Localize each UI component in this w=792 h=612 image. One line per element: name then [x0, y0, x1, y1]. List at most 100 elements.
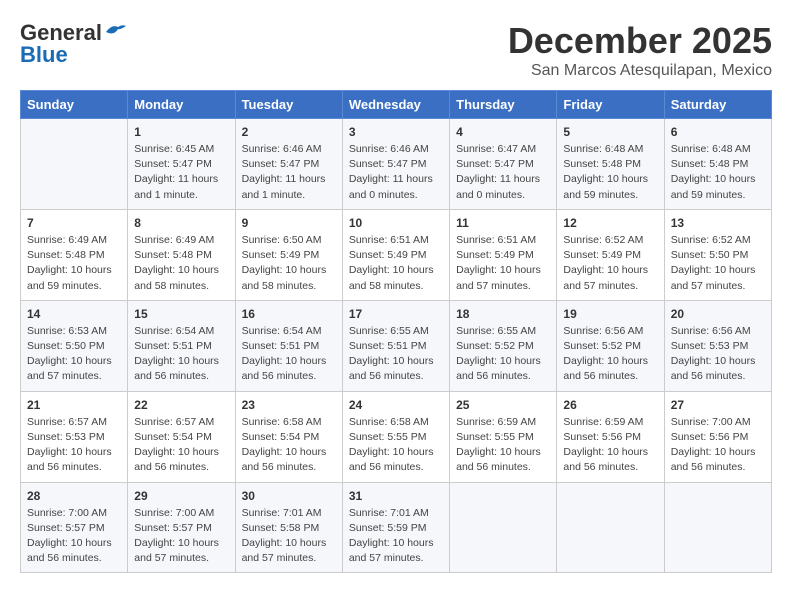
calendar-cell: 26 Sunrise: 6:59 AMSunset: 5:56 PMDayligh… — [557, 391, 664, 482]
day-number: 26 — [563, 398, 657, 412]
day-info: Sunrise: 6:47 AMSunset: 5:47 PMDaylight:… — [456, 142, 550, 203]
day-number: 7 — [27, 216, 121, 230]
calendar-week-row: 28 Sunrise: 7:00 AMSunset: 5:57 PMDayligh… — [21, 482, 772, 573]
day-number: 27 — [671, 398, 765, 412]
calendar-table: SundayMondayTuesdayWednesdayThursdayFrid… — [20, 90, 772, 573]
calendar-cell: 29 Sunrise: 7:00 AMSunset: 5:57 PMDayligh… — [128, 482, 235, 573]
day-info: Sunrise: 6:50 AMSunset: 5:49 PMDaylight:… — [242, 233, 336, 294]
day-header-tuesday: Tuesday — [235, 91, 342, 119]
calendar-cell — [664, 482, 771, 573]
day-info: Sunrise: 6:51 AMSunset: 5:49 PMDaylight:… — [456, 233, 550, 294]
calendar-cell: 24 Sunrise: 6:58 AMSunset: 5:55 PMDayligh… — [342, 391, 449, 482]
calendar-cell: 8 Sunrise: 6:49 AMSunset: 5:48 PMDaylight… — [128, 209, 235, 300]
title-block: December 2025 San Marcos Atesquilapan, M… — [508, 20, 772, 80]
day-info: Sunrise: 6:48 AMSunset: 5:48 PMDaylight:… — [563, 142, 657, 203]
calendar-cell: 14Sunrise: 6:53 AMSunset: 5:50 PMDayligh… — [21, 300, 128, 391]
day-number: 10 — [349, 216, 443, 230]
day-number: 18 — [456, 307, 550, 321]
location-title: San Marcos Atesquilapan, Mexico — [508, 62, 772, 80]
calendar-week-row: 1Sunrise: 6:45 AMSunset: 5:47 PMDaylight… — [21, 119, 772, 210]
day-header-sunday: Sunday — [21, 91, 128, 119]
calendar-cell: 9 Sunrise: 6:50 AMSunset: 5:49 PMDaylight… — [235, 209, 342, 300]
day-info: Sunrise: 6:57 AMSunset: 5:54 PMDaylight:… — [134, 415, 228, 476]
day-info: Sunrise: 6:54 AMSunset: 5:51 PMDaylight:… — [242, 324, 336, 385]
calendar-cell: 17Sunrise: 6:55 AMSunset: 5:51 PMDayligh… — [342, 300, 449, 391]
day-info: Sunrise: 6:51 AMSunset: 5:49 PMDaylight:… — [349, 233, 443, 294]
day-info: Sunrise: 6:46 AMSunset: 5:47 PMDaylight:… — [242, 142, 336, 203]
day-header-thursday: Thursday — [450, 91, 557, 119]
calendar-week-row: 14Sunrise: 6:53 AMSunset: 5:50 PMDayligh… — [21, 300, 772, 391]
calendar-cell: 2 Sunrise: 6:46 AMSunset: 5:47 PMDaylight… — [235, 119, 342, 210]
calendar-cell: 12Sunrise: 6:52 AMSunset: 5:49 PMDayligh… — [557, 209, 664, 300]
day-info: Sunrise: 7:00 AMSunset: 5:56 PMDaylight:… — [671, 415, 765, 476]
day-info: Sunrise: 6:54 AMSunset: 5:51 PMDaylight:… — [134, 324, 228, 385]
calendar-cell: 27 Sunrise: 7:00 AMSunset: 5:56 PMDayligh… — [664, 391, 771, 482]
calendar-cell — [450, 482, 557, 573]
logo: General Blue — [20, 20, 126, 68]
day-number: 22 — [134, 398, 228, 412]
calendar-cell: 5 Sunrise: 6:48 AMSunset: 5:48 PMDaylight… — [557, 119, 664, 210]
day-info: Sunrise: 6:53 AMSunset: 5:50 PMDaylight:… — [27, 324, 121, 385]
calendar-cell: 16 Sunrise: 6:54 AMSunset: 5:51 PMDayligh… — [235, 300, 342, 391]
day-number: 24 — [349, 398, 443, 412]
header: General Blue December 2025 San Marcos At… — [20, 20, 772, 80]
calendar-cell: 7 Sunrise: 6:49 AMSunset: 5:48 PMDaylight… — [21, 209, 128, 300]
day-info: Sunrise: 6:52 AMSunset: 5:49 PMDaylight:… — [563, 233, 657, 294]
day-info: Sunrise: 6:45 AMSunset: 5:47 PMDaylight:… — [134, 142, 228, 203]
calendar-week-row: 21Sunrise: 6:57 AMSunset: 5:53 PMDayligh… — [21, 391, 772, 482]
day-number: 23 — [242, 398, 336, 412]
calendar-cell: 4Sunrise: 6:47 AMSunset: 5:47 PMDaylight… — [450, 119, 557, 210]
day-number: 3 — [349, 125, 443, 139]
day-info: Sunrise: 6:48 AMSunset: 5:48 PMDaylight:… — [671, 142, 765, 203]
calendar-cell: 28 Sunrise: 7:00 AMSunset: 5:57 PMDayligh… — [21, 482, 128, 573]
calendar-cell: 1Sunrise: 6:45 AMSunset: 5:47 PMDaylight… — [128, 119, 235, 210]
day-number: 31 — [349, 489, 443, 503]
day-info: Sunrise: 6:59 AMSunset: 5:56 PMDaylight:… — [563, 415, 657, 476]
day-number: 5 — [563, 125, 657, 139]
calendar-cell: 18 Sunrise: 6:55 AMSunset: 5:52 PMDayligh… — [450, 300, 557, 391]
day-info: Sunrise: 7:00 AMSunset: 5:57 PMDaylight:… — [27, 506, 121, 567]
day-number: 2 — [242, 125, 336, 139]
day-number: 29 — [134, 489, 228, 503]
day-header-monday: Monday — [128, 91, 235, 119]
day-info: Sunrise: 7:00 AMSunset: 5:57 PMDaylight:… — [134, 506, 228, 567]
day-number: 9 — [242, 216, 336, 230]
day-info: Sunrise: 6:46 AMSunset: 5:47 PMDaylight:… — [349, 142, 443, 203]
day-info: Sunrise: 6:49 AMSunset: 5:48 PMDaylight:… — [134, 233, 228, 294]
day-info: Sunrise: 7:01 AMSunset: 5:58 PMDaylight:… — [242, 506, 336, 567]
day-number: 20 — [671, 307, 765, 321]
calendar-cell: 25Sunrise: 6:59 AMSunset: 5:55 PMDayligh… — [450, 391, 557, 482]
day-number: 11 — [456, 216, 550, 230]
day-number: 30 — [242, 489, 336, 503]
day-number: 15 — [134, 307, 228, 321]
calendar-cell: 31Sunrise: 7:01 AMSunset: 5:59 PMDayligh… — [342, 482, 449, 573]
day-info: Sunrise: 6:58 AMSunset: 5:54 PMDaylight:… — [242, 415, 336, 476]
day-info: Sunrise: 6:58 AMSunset: 5:55 PMDaylight:… — [349, 415, 443, 476]
month-title: December 2025 — [508, 20, 772, 62]
calendar-cell: 10 Sunrise: 6:51 AMSunset: 5:49 PMDayligh… — [342, 209, 449, 300]
calendar-cell: 3 Sunrise: 6:46 AMSunset: 5:47 PMDaylight… — [342, 119, 449, 210]
day-info: Sunrise: 6:56 AMSunset: 5:52 PMDaylight:… — [563, 324, 657, 385]
day-header-wednesday: Wednesday — [342, 91, 449, 119]
calendar-cell: 30 Sunrise: 7:01 AMSunset: 5:58 PMDayligh… — [235, 482, 342, 573]
calendar-header-row: SundayMondayTuesdayWednesdayThursdayFrid… — [21, 91, 772, 119]
day-number: 6 — [671, 125, 765, 139]
day-info: Sunrise: 6:55 AMSunset: 5:52 PMDaylight:… — [456, 324, 550, 385]
day-info: Sunrise: 6:57 AMSunset: 5:53 PMDaylight:… — [27, 415, 121, 476]
day-number: 28 — [27, 489, 121, 503]
calendar-cell: 22 Sunrise: 6:57 AMSunset: 5:54 PMDayligh… — [128, 391, 235, 482]
day-number: 13 — [671, 216, 765, 230]
day-number: 17 — [349, 307, 443, 321]
day-number: 19 — [563, 307, 657, 321]
calendar-cell: 15 Sunrise: 6:54 AMSunset: 5:51 PMDayligh… — [128, 300, 235, 391]
day-header-saturday: Saturday — [664, 91, 771, 119]
day-info: Sunrise: 6:59 AMSunset: 5:55 PMDaylight:… — [456, 415, 550, 476]
calendar-cell — [557, 482, 664, 573]
day-info: Sunrise: 6:49 AMSunset: 5:48 PMDaylight:… — [27, 233, 121, 294]
day-number: 8 — [134, 216, 228, 230]
logo-bird-icon — [104, 22, 126, 40]
day-number: 16 — [242, 307, 336, 321]
day-header-friday: Friday — [557, 91, 664, 119]
calendar-cell: 20Sunrise: 6:56 AMSunset: 5:53 PMDayligh… — [664, 300, 771, 391]
calendar-cell — [21, 119, 128, 210]
